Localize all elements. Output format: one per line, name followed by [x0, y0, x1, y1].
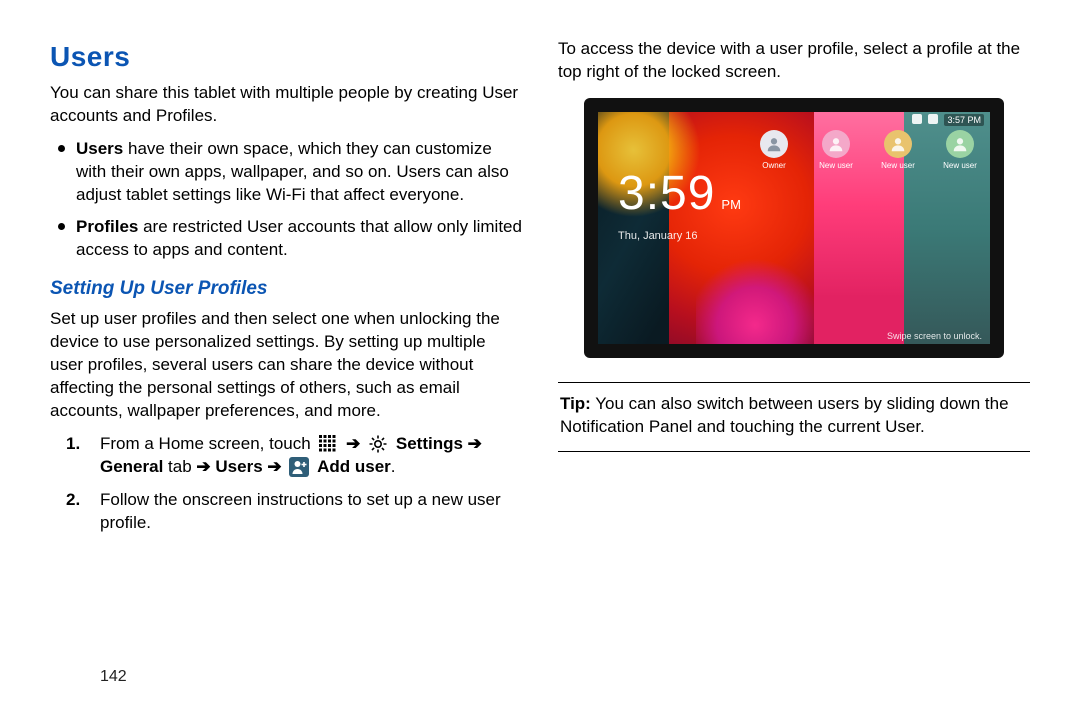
arrow-icon: ➔: [468, 434, 482, 453]
battery-icon: [928, 114, 938, 124]
profile-newuser-1-label: New user: [810, 161, 862, 172]
step-2: Follow the onscreen instructions to set …: [100, 489, 522, 535]
add-user-icon: [288, 456, 310, 478]
profile-newuser-2-label: New user: [872, 161, 924, 172]
divider: [558, 382, 1030, 383]
step-1-period: .: [391, 457, 396, 476]
profile-owner-label: Owner: [748, 161, 800, 172]
users-label: Users: [215, 457, 262, 476]
lockscreen-clock: 3:59 PM Thu, January 16: [618, 162, 741, 244]
tip-block: Tip: You can also switch between users b…: [558, 393, 1030, 439]
settings-gear-icon: [367, 433, 389, 455]
apps-grid-icon: [317, 433, 339, 455]
swipe-hint: Swipe screen to unlock.: [887, 330, 982, 342]
add-user-label: Add user: [317, 457, 391, 476]
settings-label: Settings: [396, 434, 463, 453]
profile-newuser-2[interactable]: New user: [872, 130, 924, 172]
wifi-icon: [912, 114, 922, 124]
right-intro: To access the device with a user profile…: [558, 38, 1030, 84]
subheading: Setting Up User Profiles: [50, 276, 522, 302]
profile-newuser-1[interactable]: New user: [810, 130, 862, 172]
arrow-icon: ➔: [196, 457, 210, 476]
arrow-icon: ➔: [267, 457, 281, 476]
status-time: 3:57 PM: [944, 114, 984, 126]
tip-text: You can also switch between users by sli…: [560, 394, 1009, 436]
tip-label: Tip:: [560, 394, 591, 413]
section-heading: Users: [50, 38, 522, 76]
clock-time: 3:59: [618, 162, 715, 227]
divider: [558, 451, 1030, 452]
status-bar: 3:57 PM: [598, 114, 990, 126]
profile-owner[interactable]: Owner: [748, 130, 800, 172]
clock-date: Thu, January 16: [618, 229, 741, 244]
tab-word: tab: [163, 457, 196, 476]
bullet-users: Users have their own space, which they c…: [76, 138, 522, 207]
bullet-profiles: Profiles are restricted User accounts th…: [76, 216, 522, 262]
bullet-profiles-text: are restricted User accounts that allow …: [76, 217, 522, 259]
arrow-icon: ➔: [346, 434, 360, 453]
clock-ampm: PM: [721, 196, 741, 214]
tablet-screenshot: 3:57 PM Owner New user New user New use: [584, 98, 1004, 358]
bullet-users-label: Users: [76, 139, 123, 158]
step-1: From a Home screen, touch ➔: [100, 433, 522, 479]
bullet-users-text: have their own space, which they can cus…: [76, 139, 509, 204]
bullet-profiles-label: Profiles: [76, 217, 138, 236]
profile-newuser-3-label: New user: [934, 161, 986, 172]
page-number: 142: [100, 666, 127, 688]
setup-paragraph: Set up user profiles and then select one…: [50, 308, 522, 423]
profile-newuser-3[interactable]: New user: [934, 130, 986, 172]
intro-paragraph: You can share this tablet with multiple …: [50, 82, 522, 128]
general-tab-label: General: [100, 457, 163, 476]
step-1-pre: From a Home screen, touch: [100, 434, 315, 453]
